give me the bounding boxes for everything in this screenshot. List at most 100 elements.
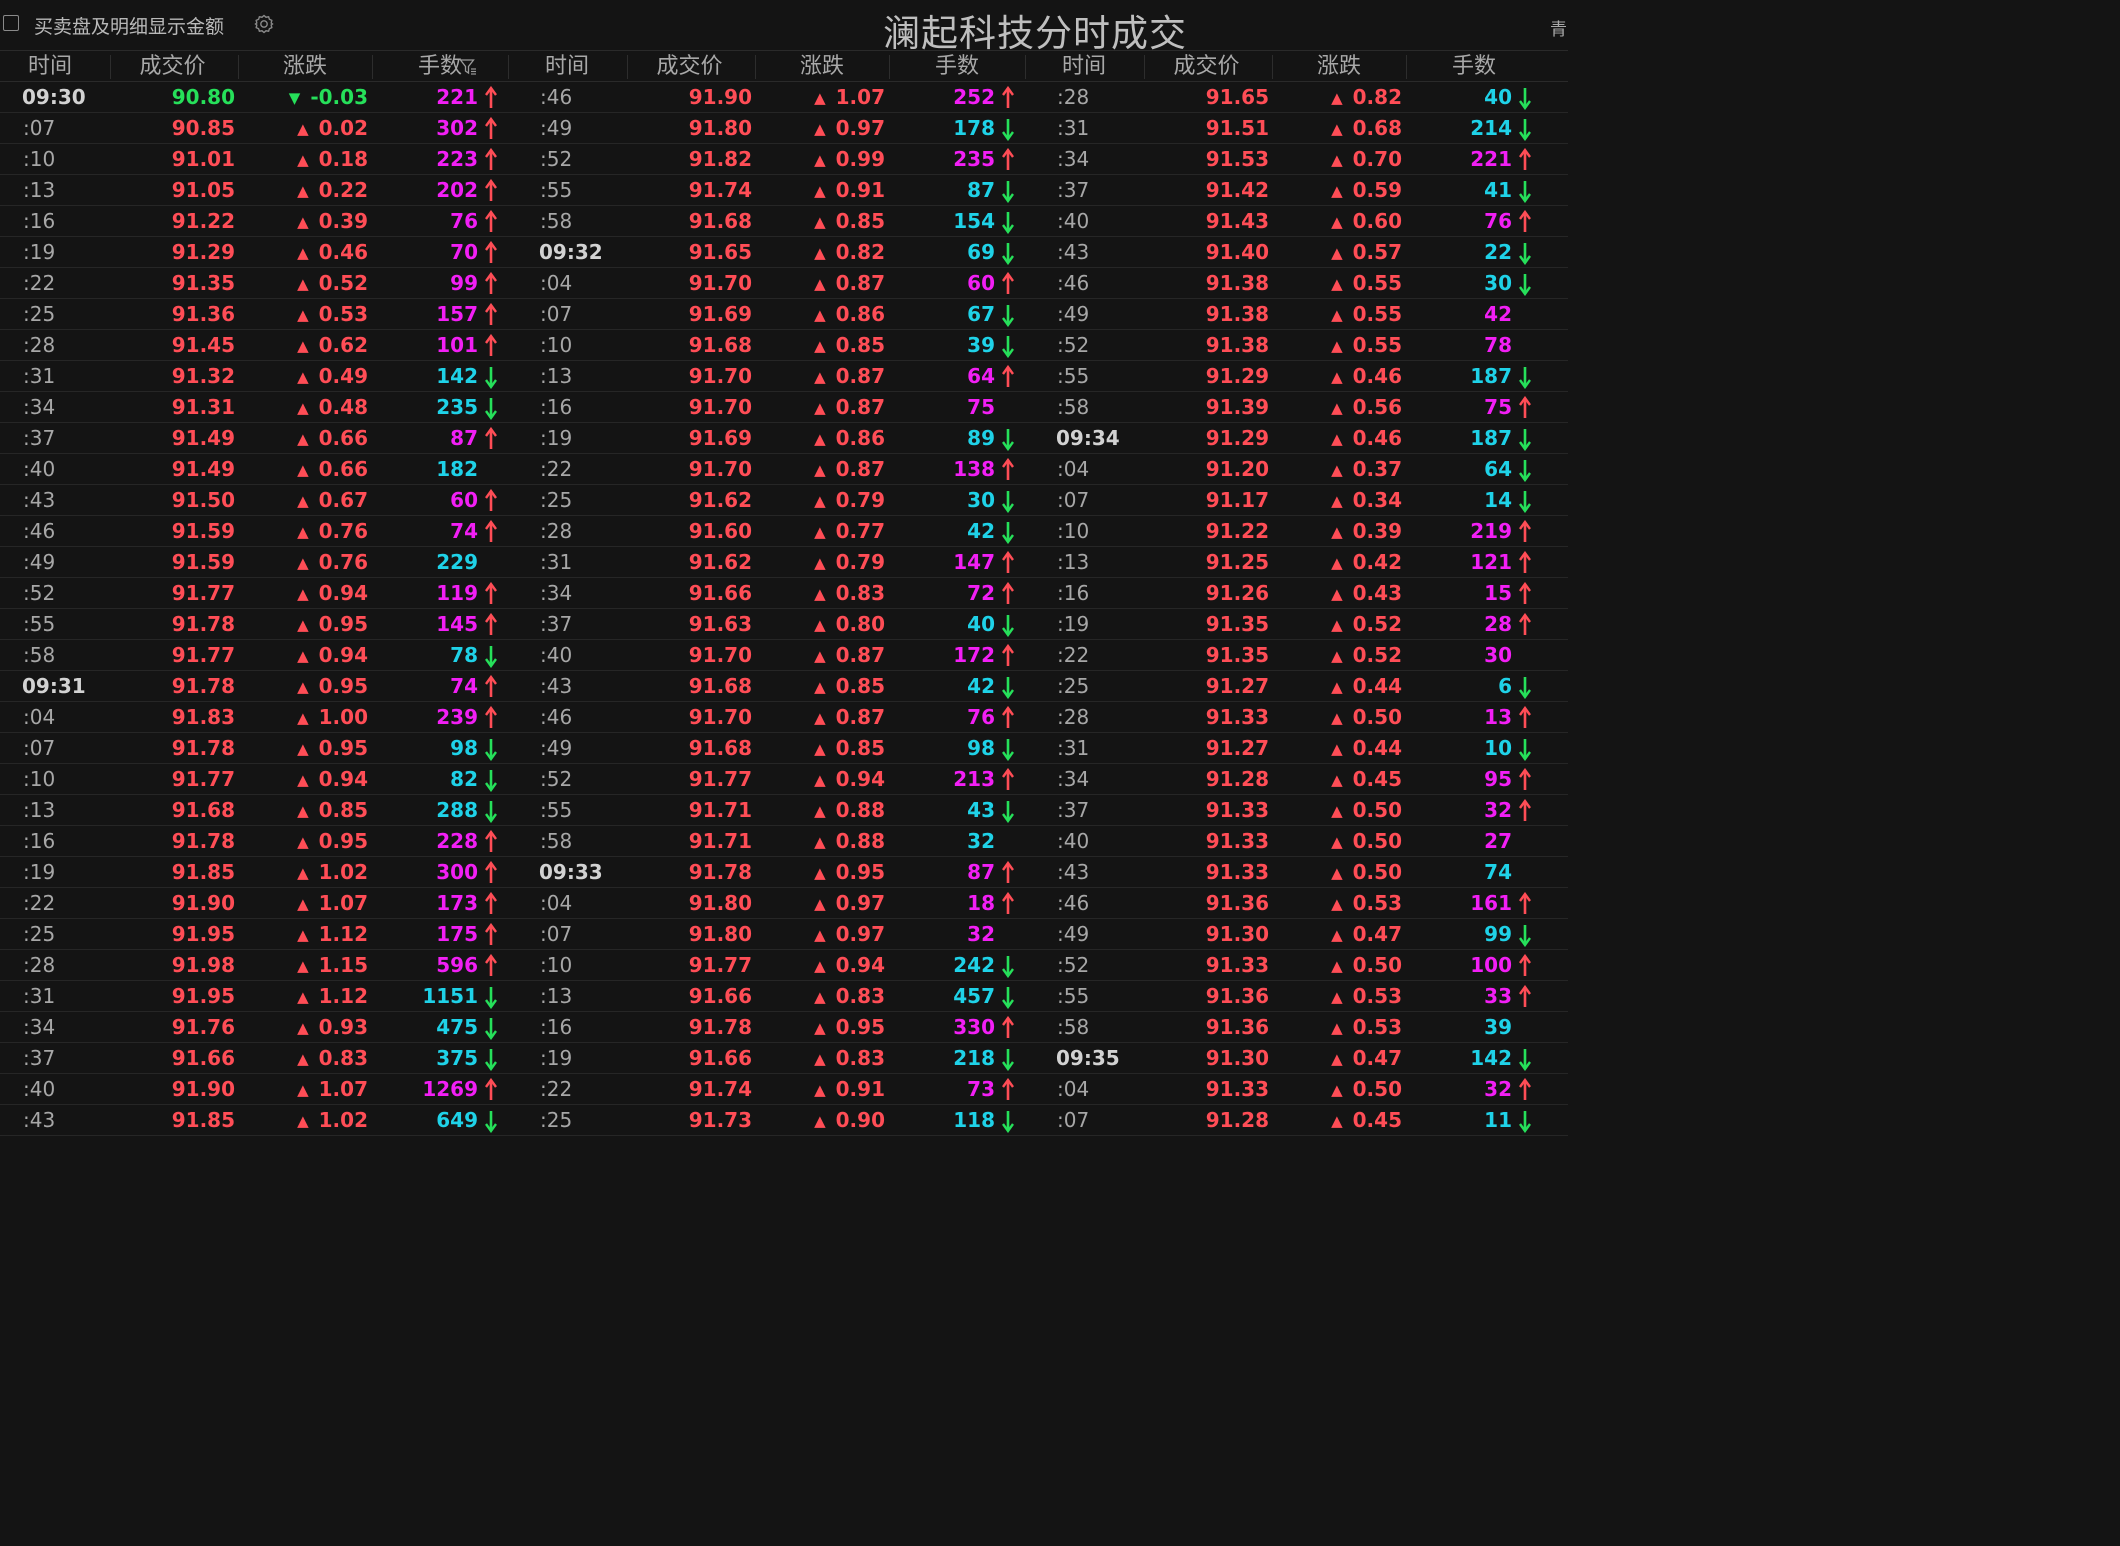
change-value: 0.91 xyxy=(835,1077,885,1101)
table-row[interactable]: :52 91.77 ▲ 0.94 119:34 91.66 ▲ 0.83 72:16 91.26 ▲… xyxy=(0,578,1568,609)
change-value: 0.34 xyxy=(1352,488,1402,512)
table-row[interactable]: :49 91.59 ▲ 0.76 229:31 91.62 ▲ 0.79 147:13 91.25… xyxy=(0,547,1568,578)
table-row[interactable]: :13 91.68 ▲ 0.85 288:55 91.71 ▲ 0.88 43:37 91.33 ▲… xyxy=(0,795,1568,826)
top-bar: 买卖盘及明细显示金额 澜起科技分时成交 青 xyxy=(0,0,1568,55)
table-row[interactable]: :43 91.85 ▲ 1.02 649:25 91.73 ▲ 0.90 118:07 91.28… xyxy=(0,1105,1568,1136)
time-cell: :43 xyxy=(540,674,573,698)
table-row[interactable]: :19 91.85 ▲ 1.02 300 09:33 91.78 ▲ 0.95 87:43 91.3… xyxy=(0,857,1568,888)
table-row[interactable]: :40 91.90 ▲ 1.07 1269:22 91.74 ▲ 0.91 73:04 91.33… xyxy=(0,1074,1568,1105)
column-header-change[interactable]: 涨跌 xyxy=(240,51,370,82)
column-header-time[interactable]: 时间 xyxy=(0,51,100,82)
change-value: 0.55 xyxy=(1352,333,1402,357)
up-arrow-icon xyxy=(1519,210,1531,232)
volume-cell: 202 xyxy=(436,178,478,202)
gear-icon[interactable] xyxy=(254,14,274,34)
table-row[interactable]: :37 91.49 ▲ 0.66 87:19 91.69 ▲ 0.86 89 09:34 91.29… xyxy=(0,423,1568,454)
table-row[interactable]: :34 91.76 ▲ 0.93 475:16 91.78 ▲ 0.95 330:58 91.36… xyxy=(0,1012,1568,1043)
down-arrow-icon xyxy=(485,646,497,668)
table-row[interactable]: 09:30 90.80 ▼ -0.03 221:46 91.90 ▲ 1.07 252:28 91… xyxy=(0,82,1568,113)
change-cell: ▲ 0.18 xyxy=(250,144,368,175)
tick-table[interactable]: 09:30 90.80 ▼ -0.03 221:46 91.90 ▲ 1.07 252:28 91… xyxy=(0,82,1568,1143)
price-cell: 91.78 xyxy=(688,1015,752,1039)
column-header-volume[interactable]: 手数 xyxy=(1409,51,1539,82)
table-row[interactable]: :13 91.05 ▲ 0.22 202:55 91.74 ▲ 0.91 87:37 91.42 ▲… xyxy=(0,175,1568,206)
table-row[interactable]: :34 91.31 ▲ 0.48 235:16 91.70 ▲ 0.87 75:58 91.39 ▲… xyxy=(0,392,1568,423)
table-row[interactable]: :22 91.35 ▲ 0.52 99:04 91.70 ▲ 0.87 60:46 91.38 ▲ 0… xyxy=(0,268,1568,299)
time-cell: :52 xyxy=(540,767,573,791)
column-header-change[interactable]: 涨跌 xyxy=(757,51,887,82)
table-row[interactable]: :22 91.90 ▲ 1.07 173:04 91.80 ▲ 0.97 18:46 91.36 ▲… xyxy=(0,888,1568,919)
change-value: 0.46 xyxy=(1352,426,1402,450)
up-arrow-icon xyxy=(1002,458,1014,480)
table-row[interactable]: :25 91.95 ▲ 1.12 175:07 91.80 ▲ 0.97 32:49 91.30 ▲… xyxy=(0,919,1568,950)
time-cell: :25 xyxy=(23,922,56,946)
volume-cell: 67 xyxy=(967,302,995,326)
table-row[interactable]: :40 91.49 ▲ 0.66 182:22 91.70 ▲ 0.87 138:04 91.20… xyxy=(0,454,1568,485)
volume-cell: 596 xyxy=(436,953,478,977)
time-cell: :16 xyxy=(540,1015,573,1039)
price-cell: 91.65 xyxy=(688,240,752,264)
table-row[interactable]: :19 91.29 ▲ 0.46 70 09:32 91.65 ▲ 0.82 69:43 91.40… xyxy=(0,237,1568,268)
table-row[interactable]: :37 91.66 ▲ 0.83 375:19 91.66 ▲ 0.83 218 09:35 91.… xyxy=(0,1043,1568,1074)
change-value: 0.85 xyxy=(318,798,368,822)
change-value: 0.95 xyxy=(318,674,368,698)
up-arrow-icon xyxy=(1519,985,1531,1007)
price-cell: 91.68 xyxy=(171,798,235,822)
table-row[interactable]: :16 91.78 ▲ 0.95 228:58 91.71 ▲ 0.88 32:40 91.33 ▲… xyxy=(0,826,1568,857)
change-cell: ▲ 0.39 xyxy=(1284,516,1402,547)
table-row[interactable]: :25 91.36 ▲ 0.53 157:07 91.69 ▲ 0.86 67:49 91.38 ▲… xyxy=(0,299,1568,330)
change-value: 0.55 xyxy=(1352,302,1402,326)
column-header-price[interactable]: 成交价 xyxy=(1144,51,1269,82)
column-header-time[interactable]: 时间 xyxy=(517,51,617,82)
volume-cell: 30 xyxy=(967,488,995,512)
up-triangle-icon: ▲ xyxy=(297,523,309,541)
table-row[interactable]: :28 91.98 ▲ 1.15 596:10 91.77 ▲ 0.94 242:52 91.33… xyxy=(0,950,1568,981)
volume-cell: 649 xyxy=(436,1108,478,1132)
column-header-time[interactable]: 时间 xyxy=(1034,51,1134,82)
column-header-price[interactable]: 成交价 xyxy=(110,51,235,82)
table-row[interactable]: :46 91.59 ▲ 0.76 74:28 91.60 ▲ 0.77 42:10 91.22 ▲ 0… xyxy=(0,516,1568,547)
down-arrow-icon xyxy=(485,987,497,1009)
change-cell: ▲ 0.52 xyxy=(1284,640,1402,671)
up-triangle-icon: ▲ xyxy=(814,461,826,479)
up-triangle-icon: ▲ xyxy=(814,833,826,851)
table-row[interactable]: :31 91.95 ▲ 1.12 1151:13 91.66 ▲ 0.83 457:55 91.3… xyxy=(0,981,1568,1012)
table-row[interactable]: :16 91.22 ▲ 0.39 76:58 91.68 ▲ 0.85 154:40 91.43 ▲… xyxy=(0,206,1568,237)
table-row[interactable]: :31 91.32 ▲ 0.49 142:13 91.70 ▲ 0.87 64:55 91.29 ▲… xyxy=(0,361,1568,392)
show-amount-checkbox[interactable] xyxy=(3,15,19,31)
up-triangle-icon: ▲ xyxy=(814,678,826,696)
price-cell: 91.32 xyxy=(171,364,235,388)
table-row[interactable]: 09:31 91.78 ▲ 0.95 74:43 91.68 ▲ 0.85 42:25 91.27… xyxy=(0,671,1568,702)
table-row[interactable]: :04 91.83 ▲ 1.00 239:46 91.70 ▲ 0.87 76:28 91.33 ▲… xyxy=(0,702,1568,733)
table-row[interactable]: :58 91.77 ▲ 0.94 78:40 91.70 ▲ 0.87 172:22 91.35 ▲… xyxy=(0,640,1568,671)
volume-cell: 43 xyxy=(967,798,995,822)
column-header-price[interactable]: 成交价 xyxy=(627,51,752,82)
volume-cell: 252 xyxy=(953,85,995,109)
up-triangle-icon: ▲ xyxy=(1331,1112,1343,1130)
time-cell: :40 xyxy=(540,643,573,667)
show-amount-label[interactable]: 买卖盘及明细显示金额 xyxy=(34,12,224,39)
volume-cell: 39 xyxy=(1484,1015,1512,1039)
time-cell: :34 xyxy=(1057,147,1090,171)
up-arrow-icon xyxy=(485,1078,497,1100)
volume-cell: 138 xyxy=(953,457,995,481)
change-cell: ▲ 0.45 xyxy=(1284,764,1402,795)
table-row[interactable]: :43 91.50 ▲ 0.67 60:25 91.62 ▲ 0.79 30:07 91.17 ▲ 0… xyxy=(0,485,1568,516)
change-value: 0.87 xyxy=(835,643,885,667)
filter-icon[interactable] xyxy=(459,58,477,76)
table-row[interactable]: :55 91.78 ▲ 0.95 145:37 91.63 ▲ 0.80 40:19 91.35 ▲… xyxy=(0,609,1568,640)
price-cell: 91.90 xyxy=(171,891,235,915)
price-cell: 91.42 xyxy=(1205,178,1269,202)
column-header-change[interactable]: 涨跌 xyxy=(1274,51,1404,82)
time-cell: :04 xyxy=(540,891,573,915)
table-row[interactable]: :10 91.77 ▲ 0.94 82:52 91.77 ▲ 0.94 213:34 91.28 ▲… xyxy=(0,764,1568,795)
price-cell: 91.66 xyxy=(171,1046,235,1070)
table-row[interactable]: :28 91.45 ▲ 0.62 101:10 91.68 ▲ 0.85 39:52 91.38 ▲… xyxy=(0,330,1568,361)
up-triangle-icon: ▲ xyxy=(297,120,309,138)
table-row[interactable]: :07 90.85 ▲ 0.02 302:49 91.80 ▲ 0.97 178:31 91.51… xyxy=(0,113,1568,144)
column-header-volume[interactable]: 手数 xyxy=(892,51,1022,82)
down-arrow-icon xyxy=(1519,119,1531,141)
table-row[interactable]: :07 91.78 ▲ 0.95 98:49 91.68 ▲ 0.85 98:31 91.27 ▲ 0… xyxy=(0,733,1568,764)
column-header-volume[interactable]: 手数 xyxy=(375,51,505,82)
table-row[interactable]: :10 91.01 ▲ 0.18 223:52 91.82 ▲ 0.99 235:34 91.53… xyxy=(0,144,1568,175)
